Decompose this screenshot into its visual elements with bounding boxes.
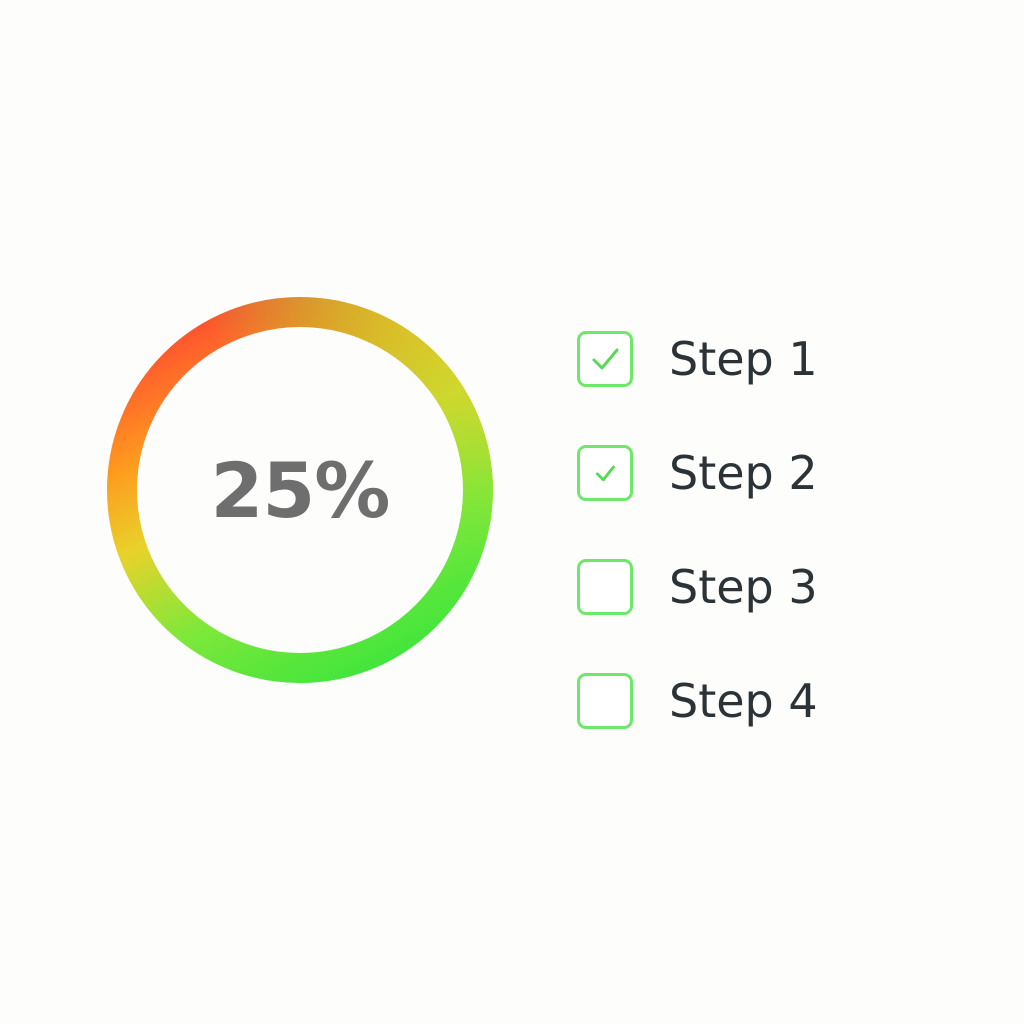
- step-4-label: Step 4: [669, 674, 818, 728]
- step-item-3[interactable]: Step 3: [577, 556, 997, 618]
- step-1-checkbox[interactable]: [577, 331, 633, 387]
- step-2-checkbox[interactable]: [577, 445, 633, 501]
- step-3-checkbox[interactable]: [577, 559, 633, 615]
- progress-percent: 25%: [210, 445, 391, 535]
- step-1-label: Step 1: [669, 332, 818, 386]
- step-item-4[interactable]: Step 4: [577, 670, 997, 732]
- step-4-checkbox[interactable]: [577, 673, 633, 729]
- checkmark-icon: [592, 348, 619, 370]
- step-2-label: Step 2: [669, 446, 818, 500]
- progress-panel: 25% Step 1 Step 2 Step 3 Step 4: [0, 0, 1024, 1024]
- step-checklist: Step 1 Step 2 Step 3 Step 4: [577, 328, 997, 732]
- step-item-2[interactable]: Step 2: [577, 442, 997, 504]
- progress-ring: 25%: [100, 290, 500, 690]
- step-3-label: Step 3: [669, 560, 818, 614]
- checkmark-icon: [595, 465, 615, 482]
- step-item-1[interactable]: Step 1: [577, 328, 997, 390]
